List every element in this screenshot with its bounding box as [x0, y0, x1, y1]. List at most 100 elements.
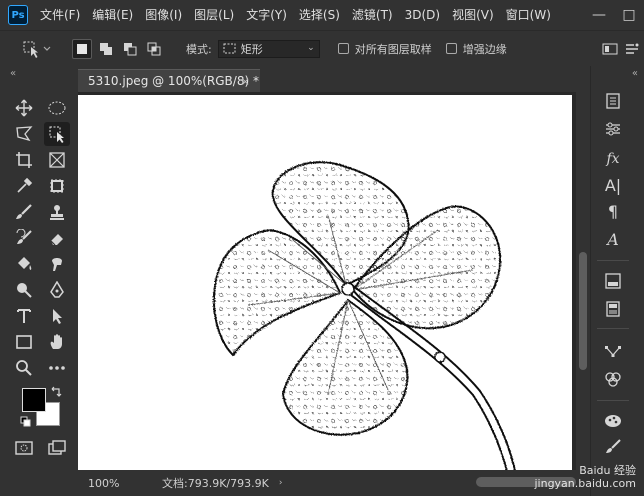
enhance-edge-checkbox[interactable]	[445, 43, 457, 54]
object-selection-icon	[49, 126, 64, 143]
paragraph-icon[interactable]: ¶	[601, 200, 625, 222]
zoom-icon	[16, 360, 32, 376]
paths-icon[interactable]	[601, 340, 625, 362]
menu-type[interactable]: 文字(Y)	[240, 0, 293, 30]
window-controls: — □	[584, 0, 644, 30]
type-icon	[17, 309, 31, 323]
document-canvas[interactable]	[78, 95, 572, 470]
document-tab[interactable]: 5310.jpeg @ 100%(RGB/8) * ×	[78, 69, 260, 92]
menu-edit[interactable]: 编辑(E)	[86, 0, 139, 30]
dodge-tool[interactable]	[11, 278, 37, 302]
paint-bucket-tool[interactable]	[11, 252, 37, 276]
menu-window[interactable]: 窗口(W)	[500, 0, 557, 30]
clone-stamp-icon	[50, 205, 64, 220]
status-menu-arrow-icon[interactable]: ›	[279, 478, 283, 488]
character-icon[interactable]: A|	[601, 174, 625, 196]
move-tool[interactable]	[11, 96, 37, 120]
expand-panels-icon[interactable]: «	[632, 68, 638, 79]
enhance-edge-label: 增强边缘	[462, 42, 507, 56]
panel-separator	[597, 400, 629, 401]
new-selection-button[interactable]	[72, 38, 92, 59]
object-selection-tool[interactable]	[44, 122, 70, 146]
type-tool[interactable]	[11, 304, 37, 328]
eyedropper-tool[interactable]	[11, 174, 37, 198]
history-brush-icon	[16, 229, 32, 244]
eyedropper-icon	[17, 177, 33, 193]
smudge-tool[interactable]	[44, 252, 70, 276]
tools-panel: «	[0, 66, 78, 496]
clover-sketch-image	[213, 161, 516, 470]
eraser-icon	[50, 234, 63, 246]
libraries-icon[interactable]	[601, 410, 625, 432]
watermark: Baidu 经验 jingyan.baidu.com	[534, 464, 636, 490]
screen-mode-icon	[48, 440, 66, 455]
frame-tool[interactable]	[44, 148, 70, 172]
eraser-tool[interactable]	[44, 226, 70, 250]
foreground-color-swatch[interactable]	[22, 388, 46, 412]
history-brush-tool[interactable]	[11, 226, 37, 250]
settings-icon[interactable]	[624, 42, 640, 56]
menu-3d[interactable]: 3D(D)	[399, 0, 446, 30]
dodge-icon	[17, 283, 32, 298]
brush-tool[interactable]	[11, 200, 37, 224]
brush-settings-icon[interactable]	[601, 436, 625, 458]
rectangle-mode-icon	[223, 43, 236, 53]
object-select-preset-icon	[23, 41, 51, 58]
quick-mask-button[interactable]	[11, 436, 37, 460]
rectangle-tool[interactable]	[11, 330, 37, 354]
menu-select[interactable]: 选择(S)	[293, 0, 346, 30]
options-bar: 模式: 矩形 ⌄ 对所有图层取样 增强边缘	[0, 30, 644, 66]
adjustments-icon[interactable]	[601, 118, 625, 140]
vertical-scrollbar-thumb[interactable]	[579, 252, 587, 370]
status-bar: 100% 文档:793.9K/793.9K ›	[78, 470, 590, 496]
collapse-toolbar-icon[interactable]: «	[10, 68, 16, 79]
glyphs-icon[interactable]: A	[601, 228, 625, 250]
swatches-icon[interactable]	[601, 270, 625, 292]
channels-icon[interactable]	[601, 368, 625, 390]
subtract-selection-icon	[124, 42, 137, 55]
watermark-line2: jingyan.baidu.com	[534, 477, 636, 490]
stamp-tool[interactable]	[44, 200, 70, 224]
paint-bucket-icon	[18, 257, 32, 270]
pen-tool[interactable]	[44, 278, 70, 302]
default-colors-icon[interactable]	[20, 416, 32, 428]
crop-tool[interactable]	[11, 148, 37, 172]
maximize-button[interactable]: □	[614, 7, 644, 23]
layers-icon[interactable]	[601, 298, 625, 320]
close-icon[interactable]: ×	[241, 75, 250, 88]
path-selection-tool[interactable]	[44, 304, 70, 328]
smudge-icon	[52, 258, 62, 271]
intersect-selection-button[interactable]	[144, 39, 164, 59]
tool-preset-picker[interactable]	[22, 37, 62, 61]
document-tab-bar: 5310.jpeg @ 100%(RGB/8) * ×	[78, 66, 590, 92]
zoom-tool[interactable]	[11, 356, 37, 380]
lasso-tool[interactable]	[11, 122, 37, 146]
zoom-level[interactable]: 100%	[88, 477, 140, 490]
menu-bar: Ps 文件(F) 编辑(E) 图像(I) 图层(L) 文字(Y) 选择(S) 滤…	[0, 0, 644, 30]
swap-colors-icon[interactable]	[50, 386, 62, 398]
screen-mode-button[interactable]	[44, 436, 70, 460]
content-aware-tool[interactable]	[44, 174, 70, 198]
select-subject-icon[interactable]	[602, 42, 618, 56]
mode-select[interactable]: 矩形 ⌄	[217, 39, 320, 58]
menu-view[interactable]: 视图(V)	[446, 0, 500, 30]
menu-layer[interactable]: 图层(L)	[188, 0, 240, 30]
menu-file[interactable]: 文件(F)	[34, 0, 86, 30]
rectangle-icon	[16, 335, 32, 349]
styles-fx-icon[interactable]: fx	[601, 148, 625, 170]
vertical-scrollbar[interactable]	[576, 92, 590, 470]
content-aware-fill-icon	[50, 179, 64, 193]
minimize-button[interactable]: —	[584, 7, 614, 23]
history-icon[interactable]	[601, 90, 625, 112]
subtract-from-selection-button[interactable]	[120, 39, 140, 59]
add-to-selection-button[interactable]	[96, 39, 116, 59]
hand-tool[interactable]	[44, 330, 70, 354]
sample-all-layers-checkbox[interactable]	[337, 43, 349, 54]
sample-all-layers-label: 对所有图层取样	[354, 42, 432, 56]
menu-filter[interactable]: 滤镜(T)	[346, 0, 399, 30]
options-extra-icons	[602, 31, 640, 67]
more-tools-button[interactable]	[44, 356, 70, 380]
marquee-tool[interactable]	[44, 96, 70, 120]
menu-image[interactable]: 图像(I)	[139, 0, 188, 30]
path-selection-icon	[53, 309, 62, 324]
